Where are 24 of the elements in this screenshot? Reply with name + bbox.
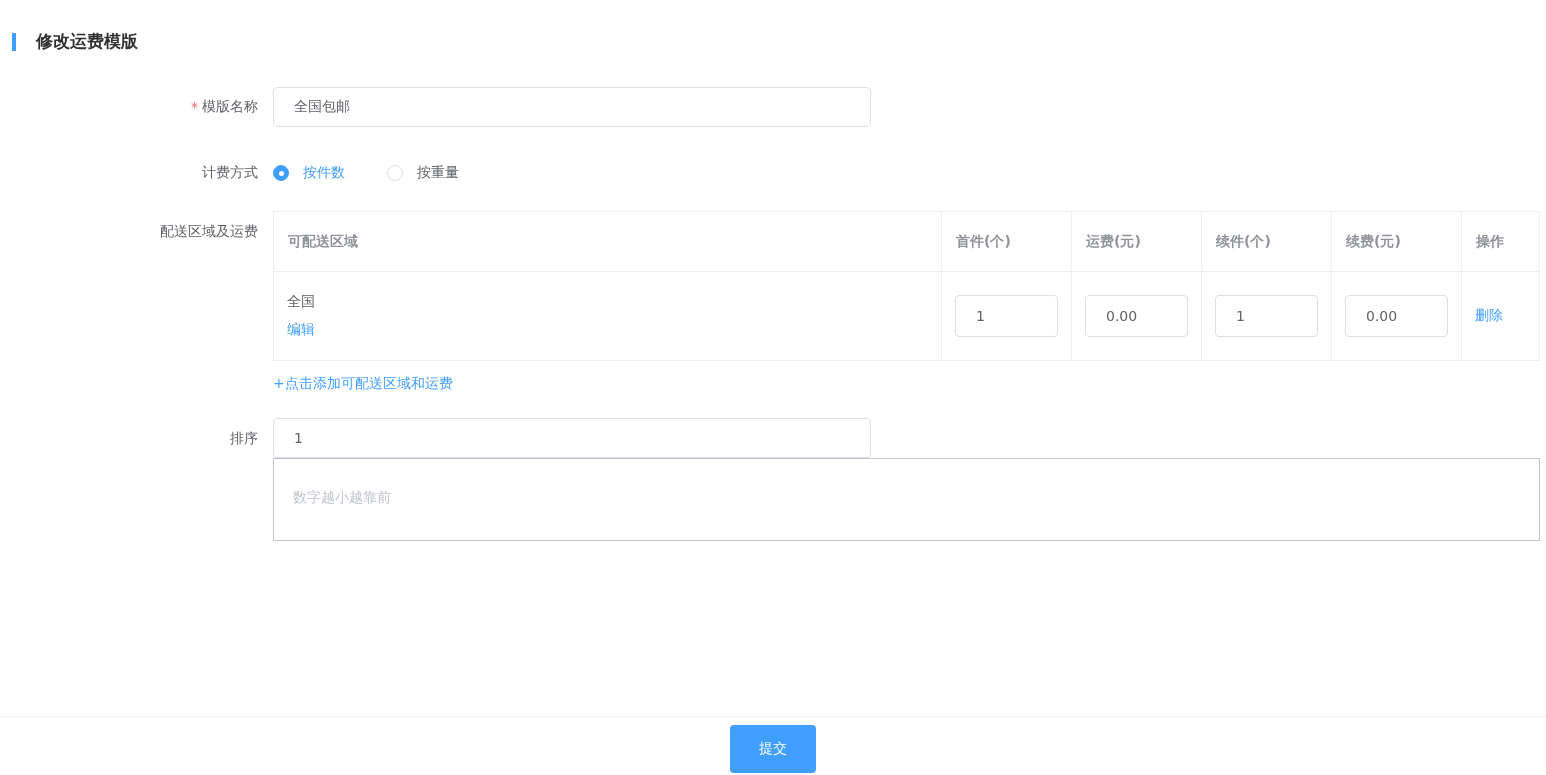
field-label: 模版名称 <box>202 98 258 116</box>
number-input[interactable]: 0.00 <box>1085 295 1188 337</box>
page-title: 修改运费模版 <box>36 30 138 53</box>
column-header: 操作 <box>1461 211 1540 272</box>
required-mark: * <box>191 99 198 115</box>
radio-label: 按重量 <box>417 164 459 182</box>
radio-label: 按件数 <box>303 164 345 182</box>
sort-input[interactable]: 1 <box>273 418 871 458</box>
column-header: 续件(个) <box>1201 211 1332 272</box>
number-input[interactable]: 1 <box>1215 295 1318 337</box>
field-label: 配送区域及运费 <box>160 223 258 241</box>
column-header: 续费(元) <box>1331 211 1462 272</box>
area-text: 全国 <box>287 293 316 311</box>
column-header: 首件(个) <box>941 211 1072 272</box>
number-input[interactable]: 0.00 <box>1345 295 1448 337</box>
field-label: 排序 <box>230 430 258 448</box>
column-header: 运费(元) <box>1071 211 1202 272</box>
field-label: 计费方式 <box>202 164 258 182</box>
column-header: 可配送区域 <box>273 211 942 272</box>
radio-button[interactable] <box>273 165 289 181</box>
template-name-input[interactable]: 全国包邮 <box>273 87 871 127</box>
title-accent-bar <box>12 32 16 51</box>
number-input[interactable]: 1 <box>955 295 1058 337</box>
hint-textarea[interactable]: 数字越小越靠前 <box>273 458 1540 541</box>
